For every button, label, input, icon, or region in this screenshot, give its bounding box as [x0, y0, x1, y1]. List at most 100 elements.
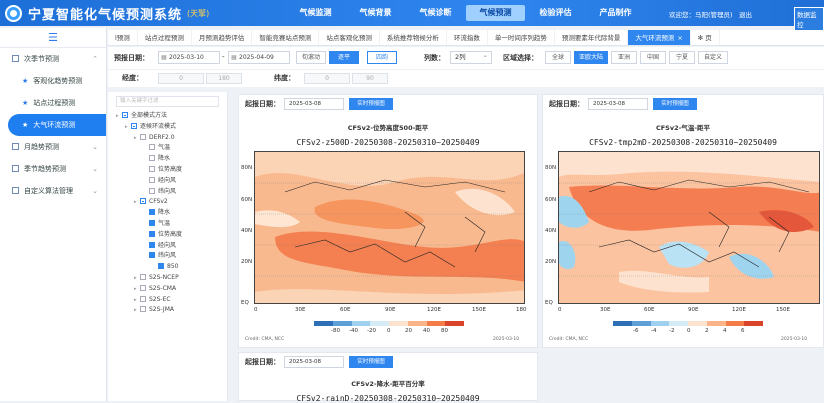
checkbox[interactable] — [149, 219, 155, 226]
checkbox[interactable] — [149, 241, 155, 248]
colorbar-tick: -40 — [349, 328, 358, 334]
sidebar-item-objective-trend[interactable]: ★ 客观化趋势预测 — [0, 70, 106, 92]
realtime-button[interactable]: 实时预报图 — [349, 356, 393, 368]
sidebar-item-circulation[interactable]: ★ 大气环流预测 — [8, 114, 106, 136]
tree-node[interactable]: 经向风 — [108, 241, 227, 252]
lat-tick: 80N — [545, 165, 557, 171]
tree-node[interactable]: ▸ 逐候环流模式 — [108, 122, 227, 133]
tree-node[interactable]: ▸ S2S-JMA — [108, 305, 227, 316]
region-china[interactable]: 中国 — [640, 51, 666, 64]
tree-node[interactable]: ▸ DERF2.0 — [108, 133, 227, 144]
tree-node[interactable]: ▸ S2S-CMA — [108, 284, 227, 295]
lat-from-input[interactable]: 0 — [304, 73, 350, 84]
nav-verification[interactable]: 检验评估 — [526, 5, 585, 21]
nav-product[interactable]: 产品制作 — [586, 5, 645, 21]
tab-station-process[interactable]: 站点过程预测 — [138, 30, 192, 45]
checkbox[interactable] — [140, 306, 146, 313]
lon-from-input[interactable]: 0 — [158, 73, 204, 84]
tree-node[interactable]: 气温 — [108, 219, 227, 230]
date-to-input[interactable]: 2025-04-09 — [228, 51, 290, 64]
realtime-button[interactable]: 实时预报图 — [349, 98, 393, 110]
checkbox[interactable] — [149, 176, 155, 183]
tree-node[interactable]: ▸ CFSv2 — [108, 197, 227, 208]
tab-decadal[interactable]: 预测要素年代际背景 — [555, 30, 629, 45]
tab-phenology[interactable]: 系统推荐物候分析 — [380, 30, 447, 45]
anomaly-map[interactable] — [254, 151, 525, 304]
tree-node[interactable]: 降水 — [108, 154, 227, 165]
checkbox[interactable] — [149, 155, 155, 162]
menu-icon[interactable]: ☰ — [0, 28, 106, 48]
tree-node[interactable]: 气温 — [108, 143, 227, 154]
checkbox[interactable] — [131, 122, 137, 129]
checkbox[interactable] — [149, 230, 155, 237]
region-global[interactable]: 全球 — [545, 51, 571, 64]
logout-button[interactable]: 退出 — [739, 9, 752, 19]
data-monitor-button[interactable]: 数据监控 — [794, 7, 824, 31]
realtime-button[interactable]: 实时预报图 — [653, 98, 697, 110]
region-asia[interactable]: 亚洲 — [611, 51, 637, 64]
xun-rolling-button[interactable]: 旬滚动 — [296, 51, 326, 64]
tree-node[interactable]: 经向风 — [108, 176, 227, 187]
date-from-input[interactable]: 2025-03-10 — [158, 51, 220, 64]
user-info[interactable]: 欢迎您：马阳(管理员) — [669, 9, 733, 19]
columns-select[interactable]: 2列 — [450, 50, 492, 64]
nav-climate-forecast[interactable]: 气候预测 — [466, 5, 525, 21]
region-eurasia[interactable]: 亚欧大陆 — [574, 51, 608, 64]
checkbox[interactable] — [140, 284, 146, 291]
checkbox[interactable] — [149, 187, 155, 194]
sidebar-item-seasonal[interactable]: 季节趋势预测 ⌄ — [0, 158, 106, 180]
tree-node[interactable]: ▸ S2S-NCEP — [108, 273, 227, 284]
lon-to-input[interactable]: 180 — [206, 73, 242, 84]
tree-node[interactable]: ▸ 全部模式方法 — [108, 111, 227, 122]
colorbar-tick: -4 — [651, 328, 657, 334]
tab-forecast[interactable]: l预测 — [108, 30, 138, 45]
tab-circulation-index[interactable]: 环流指数 — [447, 30, 488, 45]
tab-station-objective[interactable]: 站点客观化预测 — [319, 30, 380, 45]
nav-climate-background[interactable]: 气候背景 — [346, 5, 405, 21]
tree-node[interactable]: 850 — [108, 262, 227, 273]
tree-filter-input[interactable]: 输入关键字过滤 — [116, 96, 219, 107]
lon-tick: 60E — [644, 307, 655, 313]
tab-month-trend-eval[interactable]: 月预测趋势评估 — [192, 30, 253, 45]
lon-tick: 60E — [340, 307, 351, 313]
tree-node[interactable]: 降水 — [108, 208, 227, 219]
sidebar-item-station-process[interactable]: ★ 站点过程预测 — [0, 92, 106, 114]
region-custom[interactable]: 自定义 — [698, 51, 728, 64]
option-button[interactable]: 四韵 — [367, 51, 397, 64]
anomaly-map[interactable] — [558, 151, 820, 304]
nav-climate-monitor[interactable]: 气候监测 — [286, 5, 345, 21]
checkbox[interactable] — [122, 112, 128, 118]
checkbox[interactable] — [158, 263, 164, 270]
checkbox[interactable] — [140, 198, 146, 205]
checkbox[interactable] — [149, 144, 155, 151]
checkbox[interactable] — [140, 295, 146, 302]
init-date-input[interactable]: 2025-03-08 — [284, 98, 344, 110]
tree-node[interactable]: 纬向风 — [108, 251, 227, 262]
tab-competition[interactable]: 智能竞赛站点预测 — [252, 30, 320, 45]
sidebar-item-custom-algo[interactable]: 自定义算法管理 ⌄ — [0, 180, 106, 202]
tree-node[interactable]: 位势高度 — [108, 230, 227, 241]
tree-node[interactable]: 纬向风 — [108, 187, 227, 198]
checkbox[interactable] — [140, 273, 146, 280]
nav-climate-diagnosis[interactable]: 气候诊断 — [406, 5, 465, 21]
map-graphic — [559, 152, 819, 303]
anomaly-button[interactable]: 逐平 — [329, 51, 359, 64]
sidebar-item-monthly[interactable]: 月趋势预测 ⌄ — [0, 136, 106, 158]
region-ningxia[interactable]: 宁夏 — [669, 51, 695, 64]
tree-node[interactable]: ▸ S2S-EC — [108, 295, 227, 306]
checkbox[interactable] — [149, 252, 155, 259]
checkbox[interactable] — [149, 165, 155, 172]
tab-page[interactable]: ✻ 页 — [691, 30, 720, 45]
tab-circulation[interactable]: 大气环流预测 × — [628, 30, 691, 45]
checkbox[interactable] — [140, 133, 146, 140]
close-icon[interactable]: × — [677, 34, 682, 42]
checkbox[interactable] — [149, 209, 155, 216]
sidebar-item-subseasonal[interactable]: 次季节预测 ⌃ — [0, 48, 106, 70]
lonlat-row: 经度： 0 180 纬度： 0 90 — [108, 70, 824, 87]
tree-node[interactable]: 位势高度 — [108, 165, 227, 176]
tab-time-series[interactable]: 单一时间序列趋势 — [488, 30, 555, 45]
tree-node-label: 降水 — [158, 155, 171, 163]
init-date-input[interactable]: 2025-03-08 — [284, 356, 344, 368]
init-date-input[interactable]: 2025-03-08 — [588, 98, 648, 110]
lat-to-input[interactable]: 90 — [352, 73, 388, 84]
